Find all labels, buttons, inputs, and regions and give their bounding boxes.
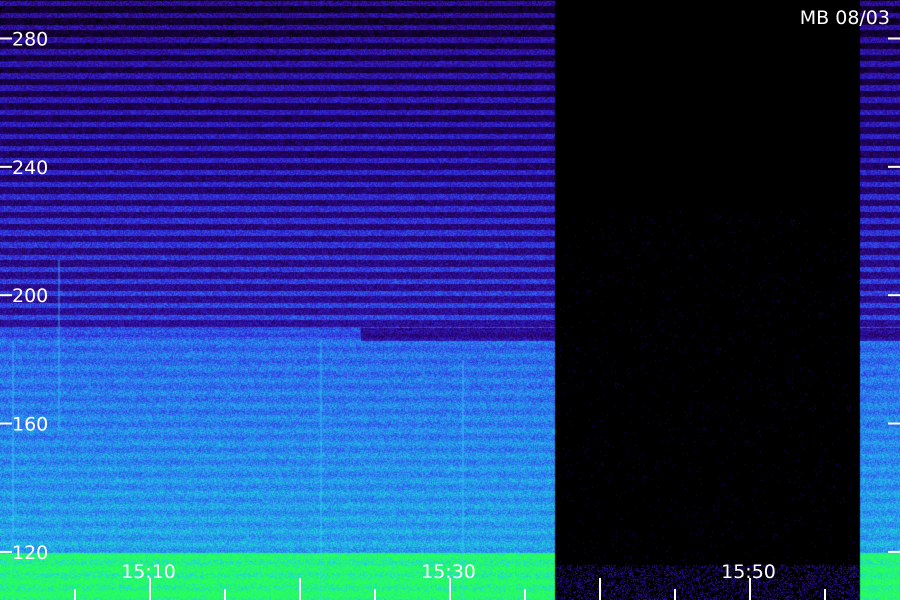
y-tick-label: 160: [12, 414, 48, 436]
y-tick-label: 120: [12, 542, 48, 564]
x-tick-label: 15:50: [721, 561, 776, 583]
x-tick-label: 15:10: [121, 561, 176, 583]
y-tick-label: 280: [12, 29, 48, 51]
chart-overlay: 120 160 200 240 280 15:10 15:30 15:50 MB 08/03: [0, 7, 900, 600]
y-axis-right: [888, 37, 900, 553]
x-axis: 15:10 15:30 15:50: [74, 561, 826, 600]
x-tick-label: 15:30: [421, 561, 476, 583]
chart-title: MB 08/03: [800, 7, 890, 29]
y-tick-label: 240: [12, 157, 48, 179]
y-axis-left: 120 160 200 240 280: [0, 29, 48, 564]
y-tick-label: 200: [12, 285, 48, 307]
